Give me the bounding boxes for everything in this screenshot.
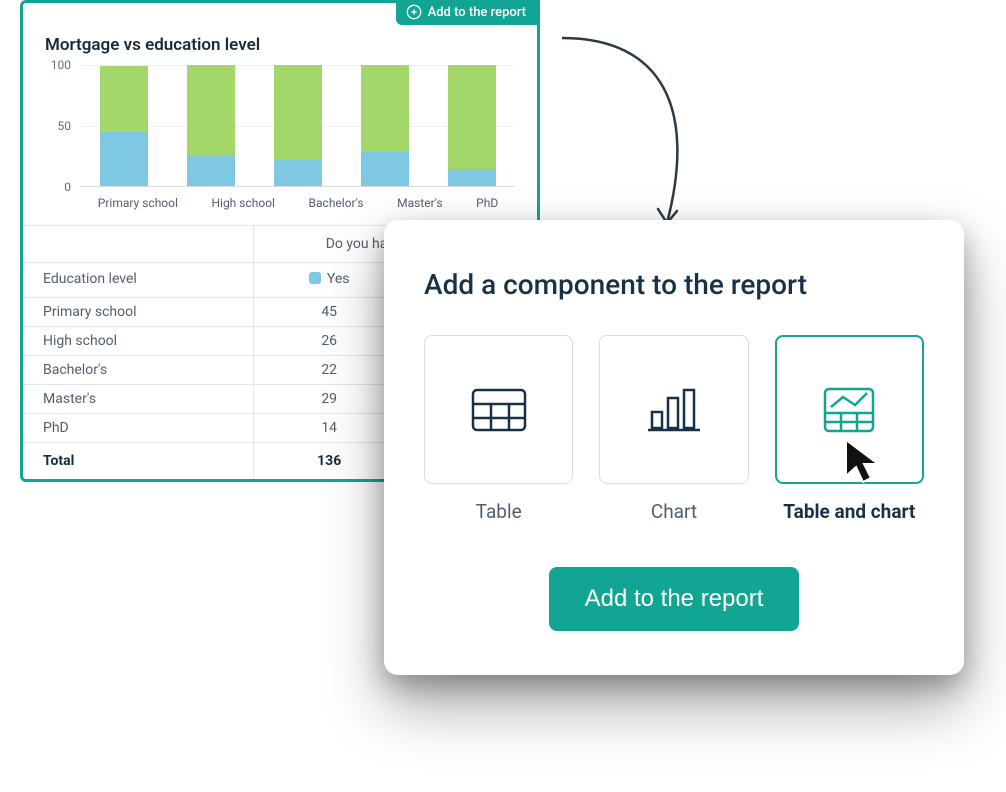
- add-to-report-label: Add to the report: [428, 5, 526, 20]
- plot-area: [81, 65, 515, 187]
- cell-yes: 22: [254, 356, 405, 385]
- x-axis-labels: Primary school High school Bachelor's Maste…: [81, 191, 515, 215]
- option-tile: [775, 335, 924, 484]
- option-label: Table and chart: [783, 500, 915, 523]
- legend-swatch-yes: [309, 272, 321, 284]
- y-tick: 0: [64, 180, 71, 194]
- row-category: Bachelor's: [23, 356, 254, 385]
- total-label: Total: [23, 443, 254, 480]
- cell-yes: 14: [254, 414, 405, 443]
- option-tile: [424, 335, 573, 484]
- option-label: Table: [476, 500, 522, 523]
- cell-yes: 26: [254, 327, 405, 356]
- x-tick-label: High school: [211, 196, 275, 210]
- bar: [448, 65, 496, 186]
- row-category: High school: [23, 327, 254, 356]
- card-header: Add to the report: [23, 3, 537, 29]
- chart-title: Mortgage vs education level: [23, 29, 537, 65]
- row-category: Primary school: [23, 298, 254, 327]
- plus-circle-icon: [406, 4, 422, 20]
- y-tick: 100: [51, 58, 71, 72]
- y-tick: 50: [58, 119, 72, 133]
- total-yes: 136: [254, 443, 405, 480]
- x-tick-label: Primary school: [98, 196, 178, 210]
- table-icon: [471, 388, 527, 432]
- option-tile: [599, 335, 748, 484]
- y-axis: 100 50 0: [45, 65, 75, 187]
- x-tick-label: Bachelor's: [309, 196, 364, 210]
- add-to-report-submit-button[interactable]: Add to the report: [549, 567, 800, 631]
- table-chart-icon: [821, 385, 877, 435]
- arrow-icon: [552, 28, 722, 248]
- row-header-label: Education level: [23, 263, 254, 298]
- bar: [187, 65, 235, 186]
- bar: [361, 65, 409, 186]
- option-table-and-chart[interactable]: Table and chart: [775, 335, 924, 523]
- component-type-options: Table Chart: [424, 335, 924, 523]
- col-header-yes: Yes: [254, 263, 405, 298]
- bar: [100, 65, 148, 186]
- row-category: Master's: [23, 385, 254, 414]
- bar: [274, 65, 322, 186]
- cell-yes: 29: [254, 385, 405, 414]
- add-to-report-button[interactable]: Add to the report: [396, 0, 540, 25]
- stacked-bar-chart: 100 50 0 Primary school High school Bachel…: [45, 65, 515, 215]
- bar-chart-icon: [646, 388, 702, 432]
- row-category: PhD: [23, 414, 254, 443]
- option-label: Chart: [651, 500, 697, 523]
- add-component-modal: Add a component to the report Table: [384, 220, 964, 675]
- modal-title: Add a component to the report: [424, 268, 924, 301]
- option-table[interactable]: Table: [424, 335, 573, 523]
- x-tick-label: PhD: [476, 196, 498, 210]
- option-chart[interactable]: Chart: [599, 335, 748, 523]
- cell-yes: 45: [254, 298, 405, 327]
- x-tick-label: Master's: [397, 196, 442, 210]
